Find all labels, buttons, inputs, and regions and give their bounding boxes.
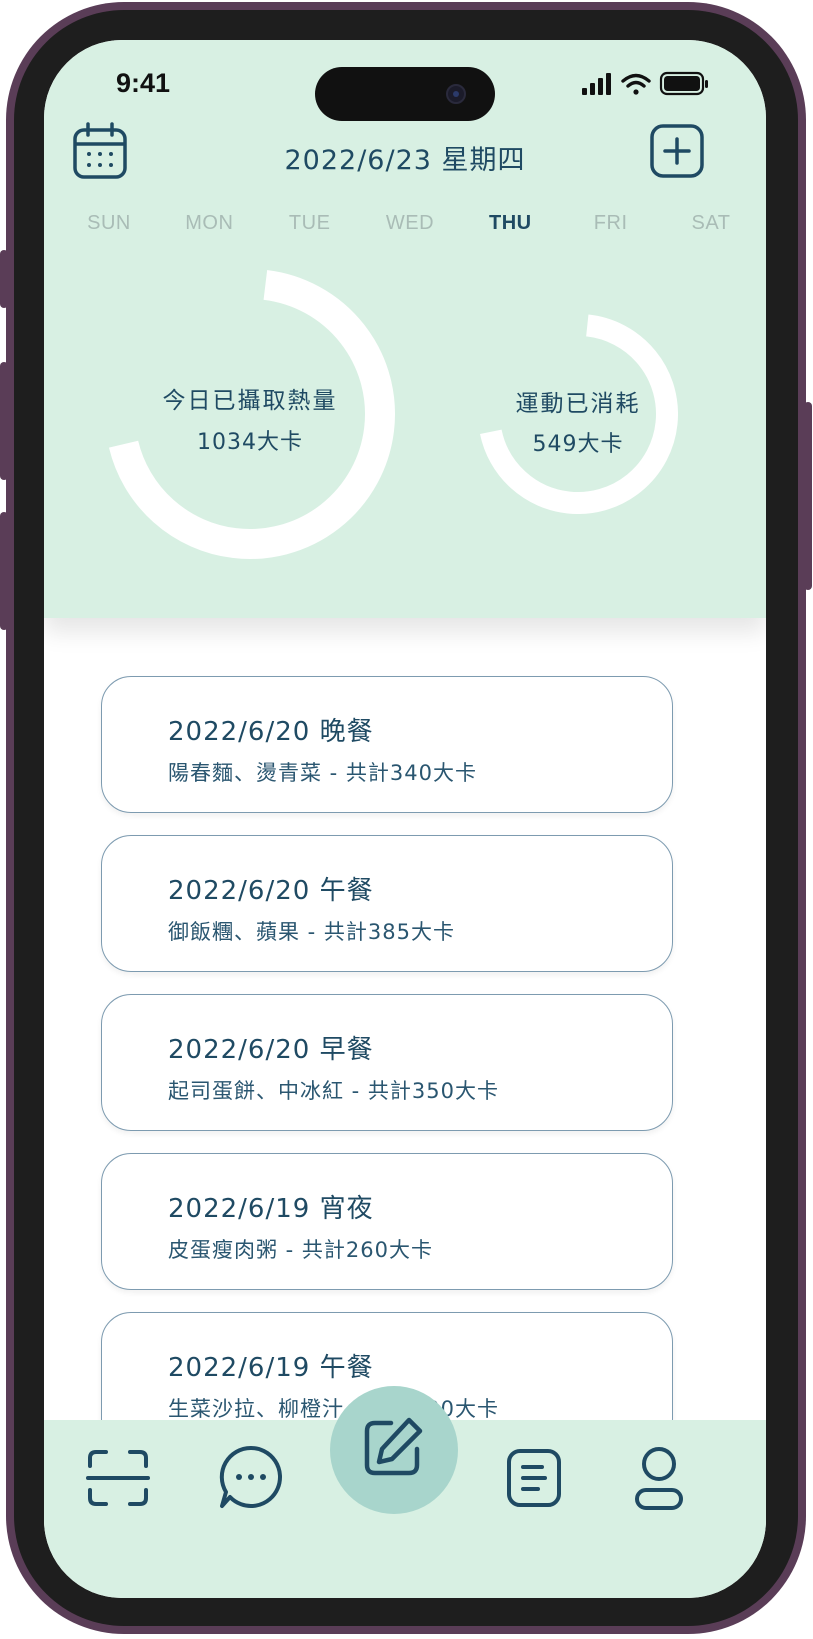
meal-description: 皮蛋瘦肉粥 - 共計260大卡 [168,1238,434,1262]
tab-chat[interactable] [218,1444,284,1510]
dynamic-island [315,67,495,121]
battery-icon [659,71,708,96]
weekday-thu[interactable]: THU [465,212,555,235]
meal-card[interactable]: 2022/6/19 宵夜 皮蛋瘦肉粥 - 共計260大卡 [101,1153,673,1290]
burned-value: 549大卡 [532,432,624,457]
summary-header: 9:41 2022/6/23 星期四 SUN MON TUE WED THU F… [44,40,766,618]
week-selector: SUN MON TUE WED THU FRI SAT [64,212,756,235]
burned-ring: 運動已消耗 549大卡 [478,314,678,514]
wifi-icon [621,73,651,95]
meal-card[interactable]: 2022/6/20 早餐 起司蛋餅、中冰紅 - 共計350大卡 [101,994,673,1131]
meal-description: 御飯糰、蘋果 - 共計385大卡 [168,920,456,944]
status-time: 9:41 [116,68,171,98]
weekday-sun[interactable]: SUN [64,212,154,235]
chat-bubble-icon [219,1445,282,1508]
meal-list: 2022/6/20 晚餐 陽春麵、燙青菜 - 共計340大卡 2022/6/20… [101,676,673,1471]
cellular-signal-icon [582,73,611,95]
side-button-power [804,402,812,590]
weekday-tue[interactable]: TUE [265,212,355,235]
phone-screen: 9:41 2022/6/23 星期四 SUN MON TUE WED THU F… [44,40,766,1598]
scan-icon [86,1450,150,1506]
plus-square-icon [650,124,704,178]
add-record-fab[interactable] [330,1386,458,1514]
intake-ring: 今日已攝取熱量 1034大卡 [104,268,396,560]
edit-icon [364,1417,423,1476]
side-button-volume-down [0,512,8,630]
meal-card[interactable]: 2022/6/20 晚餐 陽春麵、燙青菜 - 共計340大卡 [101,676,673,813]
meal-description: 陽春麵、燙青菜 - 共計340大卡 [168,761,478,785]
side-button-volume-up [0,362,8,480]
meal-title: 2022/6/19 宵夜 [168,1194,374,1224]
tab-profile[interactable] [634,1446,684,1512]
tab-scan[interactable] [86,1448,150,1508]
front-camera [446,84,466,104]
side-button-mute [0,250,8,308]
meal-description: 起司蛋餅、中冰紅 - 共計350大卡 [168,1079,500,1103]
burned-label: 運動已消耗 [515,391,641,417]
intake-value: 1034大卡 [197,430,303,455]
meal-title: 2022/6/20 早餐 [168,1035,374,1065]
weekday-wed[interactable]: WED [365,212,455,235]
weekday-sat[interactable]: SAT [666,212,756,235]
meal-title: 2022/6/20 午餐 [168,876,374,906]
user-icon [635,1447,683,1510]
intake-label: 今日已攝取熱量 [162,388,338,414]
tab-notes[interactable] [506,1448,562,1508]
meal-title: 2022/6/19 午餐 [168,1353,374,1383]
meal-card[interactable]: 2022/6/20 午餐 御飯糰、蘋果 - 共計385大卡 [101,835,673,972]
meal-title: 2022/6/20 晚餐 [168,717,374,747]
status-icons [582,70,722,100]
notes-icon [507,1449,561,1507]
weekday-mon[interactable]: MON [164,212,254,235]
add-button[interactable] [650,124,704,178]
weekday-fri[interactable]: FRI [566,212,656,235]
